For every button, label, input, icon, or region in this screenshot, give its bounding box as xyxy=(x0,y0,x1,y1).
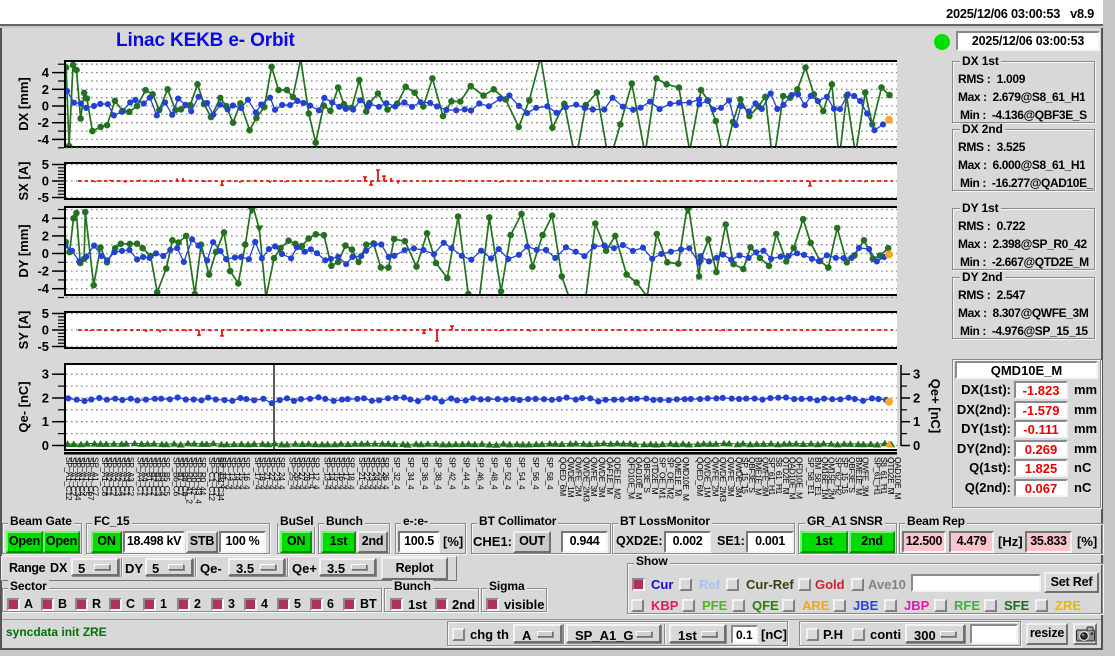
svg-text:SX [A]: SX [A] xyxy=(16,162,31,201)
svg-text:0: 0 xyxy=(42,246,49,261)
svg-text:QWFE_3M: QWFE_3M xyxy=(861,457,871,497)
svg-text:SY [A]: SY [A] xyxy=(16,311,31,350)
svg-text:2: 2 xyxy=(42,391,49,406)
svg-text:SP_46_4: SP_46_4 xyxy=(475,457,485,490)
svg-text:SP_B5_C5: SP_B5_C5 xyxy=(162,457,172,497)
svg-text:3: 3 xyxy=(42,367,49,382)
svg-text:SP_16_4: SP_16_4 xyxy=(242,457,252,490)
svg-text:SP_32_4: SP_32_4 xyxy=(392,457,402,490)
svg-text:0: 0 xyxy=(42,438,49,453)
svg-text:-5: -5 xyxy=(37,190,49,205)
svg-text:SP_24_4: SP_24_4 xyxy=(277,457,287,490)
svg-text:1: 1 xyxy=(42,414,49,429)
svg-text:0: 0 xyxy=(42,323,49,338)
svg-text:DY [mm]: DY [mm] xyxy=(16,224,31,277)
svg-text:-5: -5 xyxy=(37,339,49,354)
svg-text:SP_38_4: SP_38_4 xyxy=(434,457,444,490)
svg-text:SP_26_4: SP_26_4 xyxy=(381,457,391,490)
svg-text:SP_44_4: SP_44_4 xyxy=(462,457,472,490)
svg-text:QDE1E_M2: QDE1E_M2 xyxy=(613,457,623,500)
svg-text:-4: -4 xyxy=(37,281,49,296)
svg-text:2: 2 xyxy=(42,228,49,243)
svg-text:5: 5 xyxy=(42,157,49,172)
svg-text:2: 2 xyxy=(42,82,49,97)
svg-text:QAD10E_M: QAD10E_M xyxy=(893,457,903,499)
svg-text:Qe- [nC]: Qe- [nC] xyxy=(16,381,31,432)
svg-text:SP_48_4: SP_48_4 xyxy=(489,457,499,490)
svg-text:-4: -4 xyxy=(37,132,49,147)
svg-text:5: 5 xyxy=(42,306,49,321)
svg-text:SP_42_4: SP_42_4 xyxy=(448,457,458,490)
svg-text:SP_12_4: SP_12_4 xyxy=(312,457,322,490)
svg-text:SP_36_4: SP_36_4 xyxy=(420,457,430,490)
svg-text:SP_A3_C2: SP_A3_C2 xyxy=(126,457,136,497)
svg-text:SP_18_4: SP_18_4 xyxy=(346,457,356,490)
svg-text:0: 0 xyxy=(42,99,49,114)
svg-text:QFD10E_M: QFD10E_M xyxy=(794,457,804,499)
svg-text:SP_A1_C7: SP_A1_C7 xyxy=(90,457,100,497)
svg-text:-2: -2 xyxy=(37,264,49,279)
svg-text:SP_56_4: SP_56_4 xyxy=(531,457,541,490)
svg-text:4: 4 xyxy=(42,211,50,226)
svg-text:DX [mm]: DX [mm] xyxy=(16,77,31,130)
svg-text:4: 4 xyxy=(42,65,50,80)
svg-text:3: 3 xyxy=(913,367,920,382)
svg-text:-2: -2 xyxy=(37,115,49,130)
svg-text:SP_54_4: SP_54_4 xyxy=(517,457,527,490)
svg-text:0: 0 xyxy=(42,174,49,189)
svg-text:SP_52_4: SP_52_4 xyxy=(503,457,513,490)
svg-text:QMD10E_M: QMD10E_M xyxy=(681,457,691,501)
svg-text:SP_34_4: SP_34_4 xyxy=(406,457,416,490)
svg-text:SP_R0_44: SP_R0_44 xyxy=(198,457,208,496)
svg-text:SP_58_4: SP_58_4 xyxy=(545,457,555,490)
